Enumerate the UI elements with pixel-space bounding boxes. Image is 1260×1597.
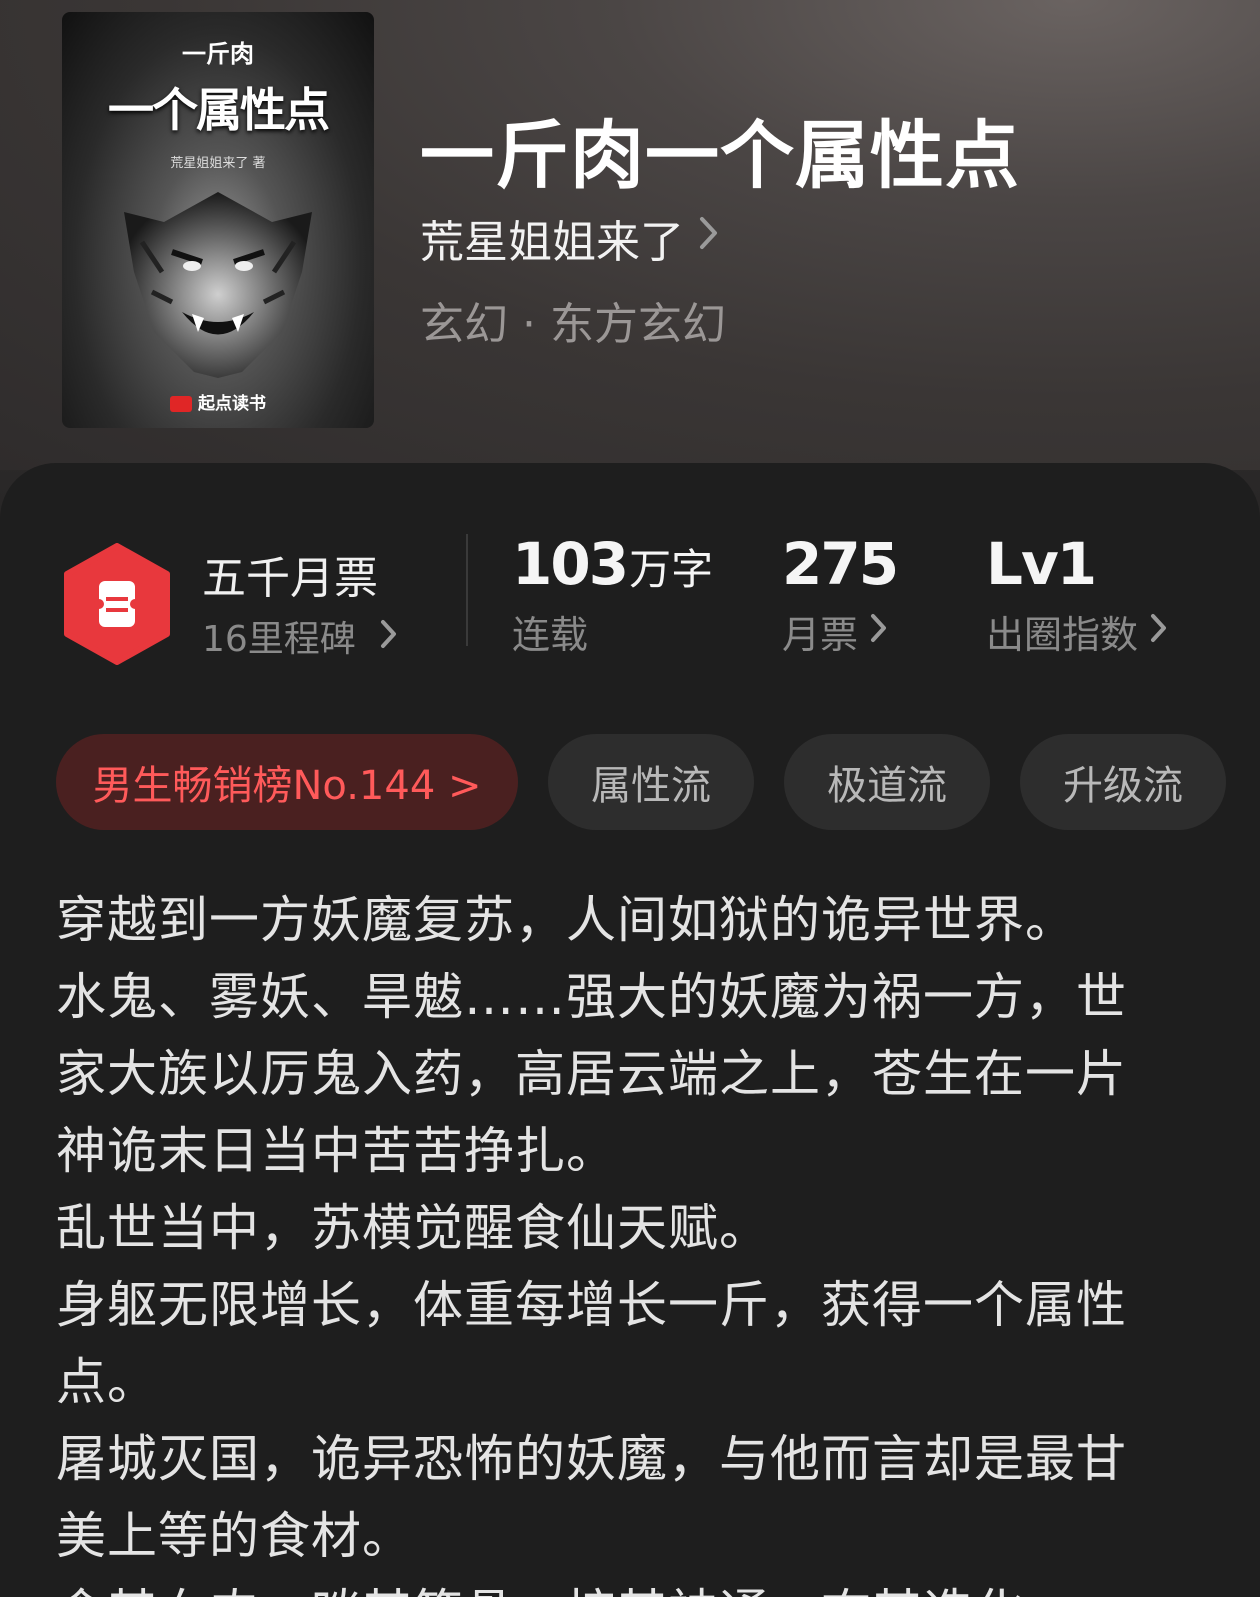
- stats-divider: [466, 534, 468, 646]
- breakout-index-label: 出圈指数: [986, 613, 1139, 657]
- description-line: 神诡末日当中苦苦挣扎。: [56, 1122, 617, 1180]
- cover-author: 一斤肉: [182, 40, 254, 68]
- description-line: 水鬼、雾妖、旱魃……强大的妖魔为祸一方，世: [56, 968, 1127, 1026]
- description-line: 食其血肉，啖其筋骨；掠其神通，夺其造化。: [56, 1575, 1216, 1597]
- word-count-unit: 万字: [629, 545, 714, 594]
- book-description[interactable]: 穿越到一方妖魔复苏，人间如狱的诡异世界。 水鬼、雾妖、旱魃……强大的妖魔为祸一方…: [56, 882, 1216, 1597]
- tag-leveling[interactable]: 升级流: [1020, 734, 1226, 830]
- chevron-right-icon: [1150, 612, 1168, 652]
- qidian-logo-icon: [170, 396, 192, 412]
- cover-title: 一个属性点: [108, 83, 330, 137]
- description-line: 美上等的食材。: [56, 1507, 413, 1565]
- description-line: 穿越到一方妖魔复苏，人间如狱的诡异世界。: [56, 891, 1076, 949]
- chevron-right-icon: [698, 215, 720, 261]
- rank-badge-button[interactable]: 男生畅销榜No.144 >: [56, 734, 518, 830]
- book-title: 一斤肉一个属性点: [420, 113, 1020, 199]
- header-background: 一斤肉 一个属性点 荒星姐姐来了 著 起点读书 一斤肉一个属性点 荒星姐姐来了 …: [0, 0, 1260, 470]
- cover-subtitle: 荒星姐姐来了 著: [170, 156, 266, 171]
- description-line: 家大族以厉鬼入药，高居云端之上，苍生在一片: [56, 1045, 1127, 1103]
- chevron-right-icon: [870, 612, 888, 652]
- description-line: 身躯无限增长，体重每增长一斤，获得一个属性点。: [56, 1276, 1127, 1411]
- stat-breakout-index[interactable]: Lv1 出圈指数: [986, 530, 1168, 659]
- tag-row: 男生畅销榜No.144 > 属性流 极道流 升级流: [56, 734, 1226, 830]
- ticket-milestone-link[interactable]: 16里程碑: [202, 610, 398, 662]
- description-line: 乱世当中，苏横觉醒食仙天赋。: [56, 1199, 770, 1257]
- tiger-illustration-icon: [124, 192, 312, 378]
- tag-extreme-path[interactable]: 极道流: [784, 734, 990, 830]
- ticket-hexagon-icon[interactable]: [62, 543, 172, 665]
- description-line: 屠城灭国，诡异恐怖的妖魔，与他而言却是最甘: [56, 1430, 1127, 1488]
- book-genre[interactable]: 玄幻 · 东方玄幻: [420, 288, 726, 352]
- ticket-title[interactable]: 五千月票: [202, 542, 378, 606]
- breakout-index-value: Lv1: [986, 530, 1097, 598]
- stats-row: 五千月票 16里程碑 103万字 连载 275 月票 Lv1 出圈指数: [0, 530, 1260, 680]
- word-count-value: 103: [512, 530, 629, 598]
- word-count-label: 连载: [512, 613, 589, 657]
- author-name: 荒星姐姐来了: [420, 217, 684, 268]
- cover-brand: 起点读书: [62, 389, 374, 414]
- monthly-tickets-value: 275: [782, 530, 899, 598]
- monthly-tickets-label: 月票: [782, 613, 859, 657]
- stat-word-count: 103万字 连载: [512, 530, 713, 659]
- stat-monthly-tickets[interactable]: 275 月票: [782, 530, 899, 659]
- ticket-milestone: 16里程碑: [202, 619, 356, 660]
- book-cover[interactable]: 一斤肉 一个属性点 荒星姐姐来了 著 起点读书: [62, 12, 374, 428]
- author-link[interactable]: 荒星姐姐来了: [420, 206, 720, 270]
- book-detail-page: 一斤肉 一个属性点 荒星姐姐来了 著 起点读书 一斤肉一个属性点 荒星姐姐来了 …: [0, 0, 1260, 1597]
- chevron-right-icon: [380, 613, 398, 659]
- tag-attribute-flow[interactable]: 属性流: [548, 734, 754, 830]
